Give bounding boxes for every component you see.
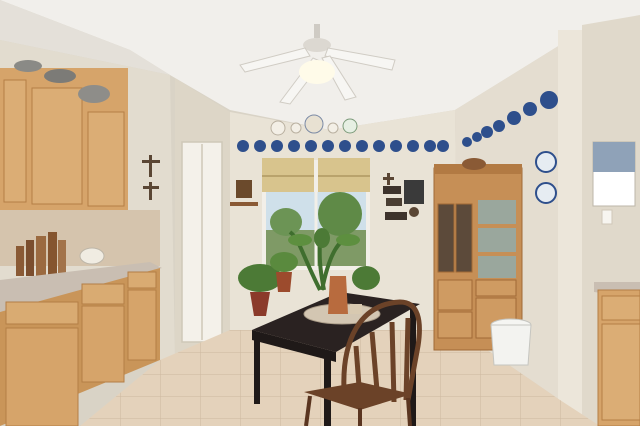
napkin-holder bbox=[350, 304, 362, 314]
upper-cabinets bbox=[0, 68, 128, 210]
dining-room-photo bbox=[0, 0, 640, 426]
pitcher bbox=[79, 247, 105, 265]
table-vase bbox=[328, 276, 348, 314]
wall-calendar bbox=[592, 141, 636, 207]
right-pillar bbox=[558, 30, 582, 426]
light-switch bbox=[601, 209, 613, 225]
small-framed-picture bbox=[236, 180, 252, 198]
small-shelf bbox=[230, 202, 258, 206]
wastebasket bbox=[490, 318, 532, 366]
right-lower-cabinet bbox=[594, 282, 640, 426]
